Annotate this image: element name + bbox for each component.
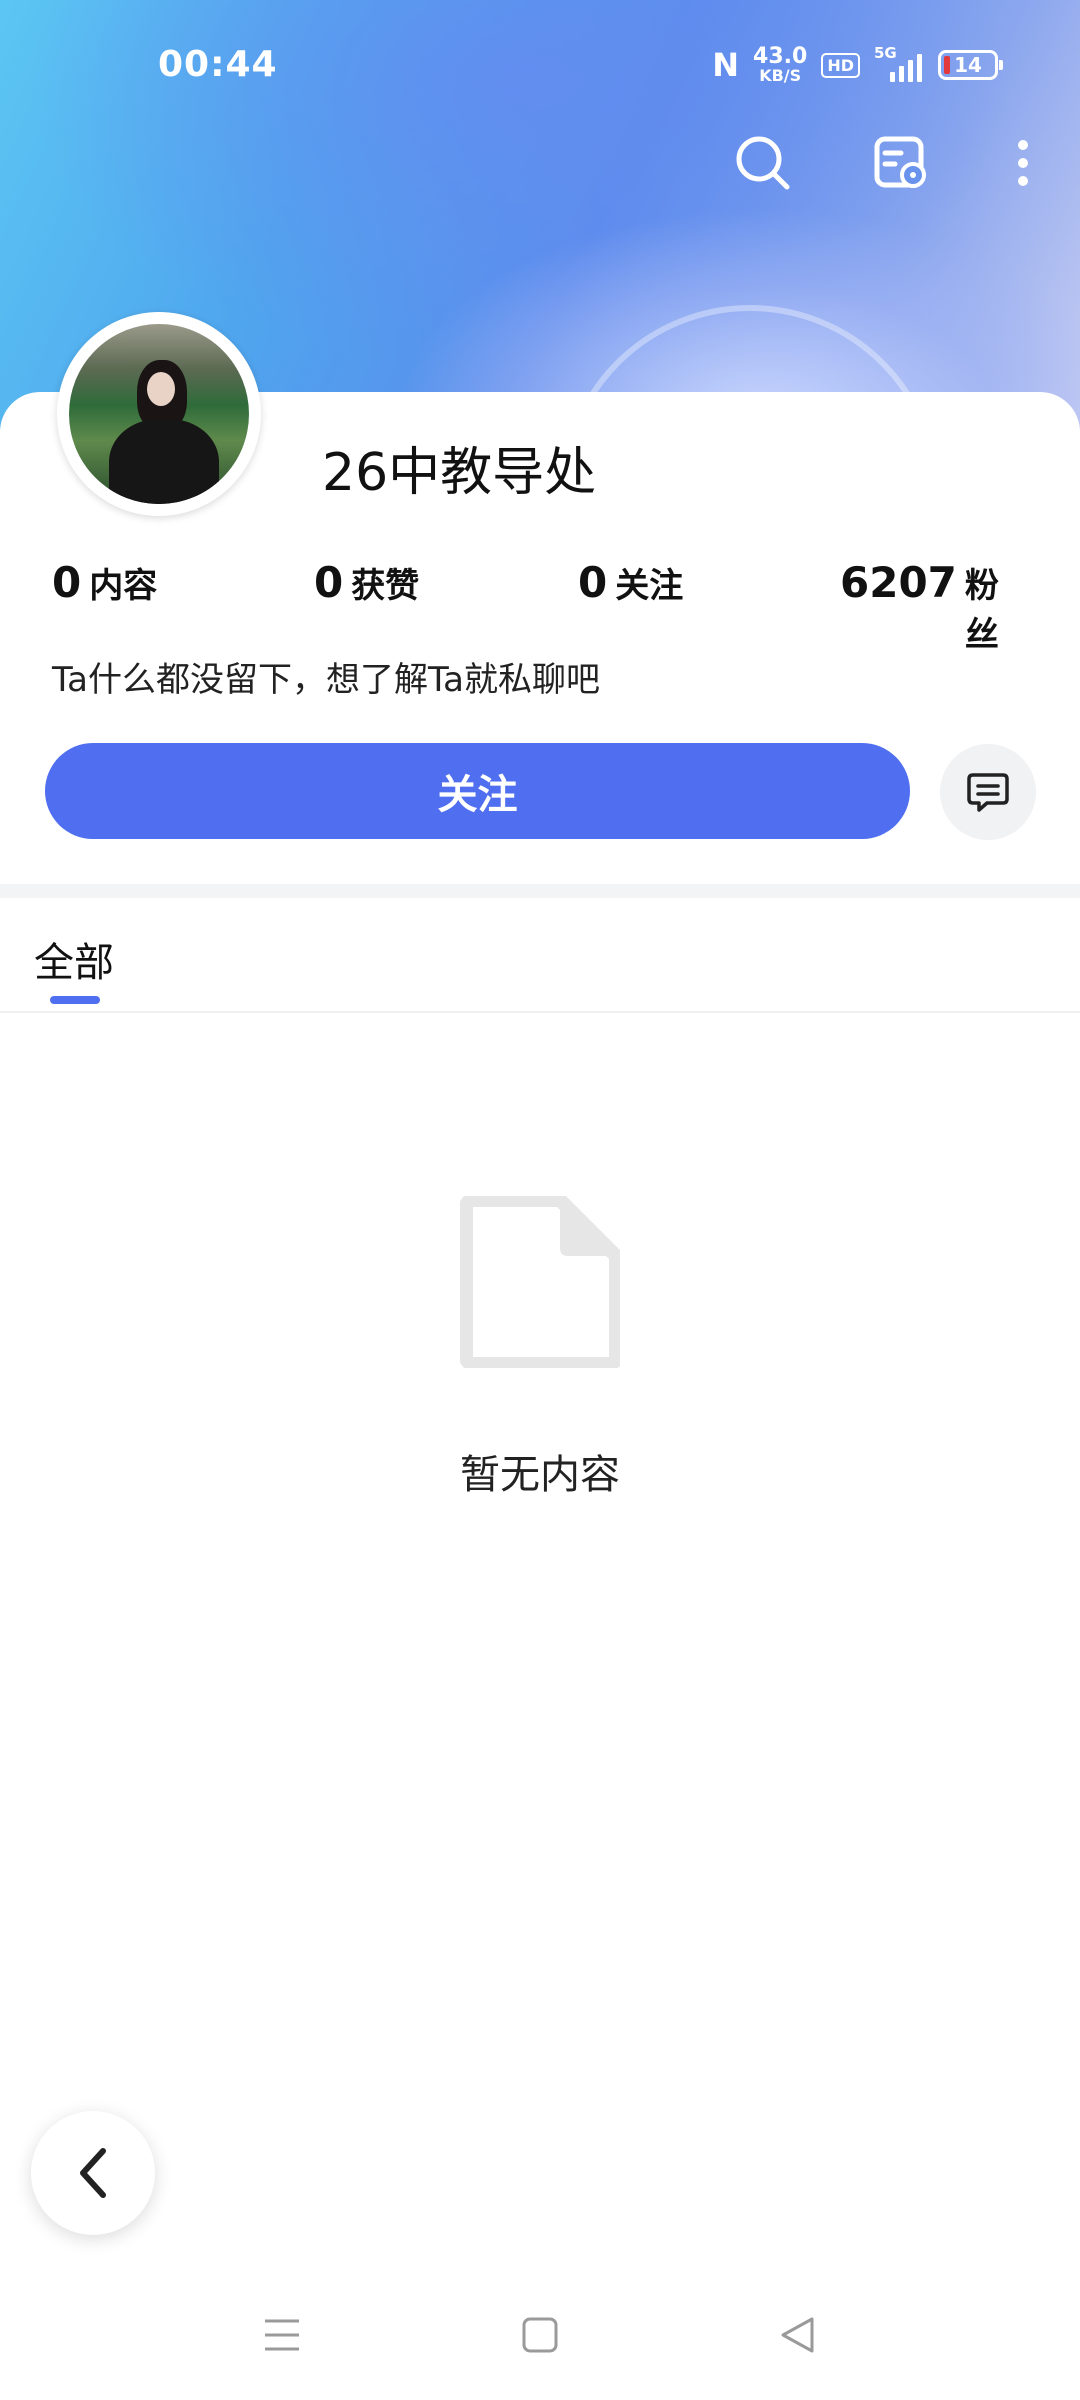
- stat-label: 获赞: [351, 566, 420, 606]
- network-speed: 43.0 KB/S: [753, 46, 807, 84]
- follow-button[interactable]: 关注: [45, 743, 910, 839]
- profile-card-icon[interactable]: [866, 128, 936, 198]
- battery-icon: 14: [938, 50, 1003, 80]
- tab-divider: [0, 1011, 1080, 1013]
- stat-value: 0: [578, 558, 608, 607]
- document-icon: [459, 1193, 623, 1371]
- back-triangle-icon[interactable]: [758, 2290, 838, 2380]
- battery-level: 14: [954, 53, 982, 77]
- stat-label: 关注: [615, 566, 684, 606]
- empty-state-text: 暂无内容: [460, 1452, 620, 1498]
- home-square-icon[interactable]: [500, 2290, 580, 2380]
- stat-label: 粉丝: [964, 566, 999, 655]
- avatar[interactable]: [57, 312, 261, 516]
- profile-nickname: 26中教导处: [322, 443, 597, 503]
- stat-value: 0: [314, 558, 344, 607]
- network-speed-value: 43.0: [753, 44, 808, 69]
- stat-content[interactable]: 0 内容: [52, 558, 157, 607]
- back-button[interactable]: [31, 2111, 155, 2235]
- tab-all[interactable]: 全部: [34, 930, 114, 988]
- message-button[interactable]: [940, 744, 1036, 840]
- network-speed-unit: KB/S: [759, 66, 802, 85]
- stat-value: 6207: [840, 558, 957, 607]
- stat-followers[interactable]: 6207 粉丝: [840, 558, 1032, 656]
- stat-likes[interactable]: 0 获赞: [314, 558, 419, 607]
- status-bar: 00:44 N 43.0 KB/S HD 5G 14: [0, 0, 1080, 130]
- nfc-icon: N: [712, 46, 740, 84]
- section-divider: [0, 884, 1080, 898]
- stat-following[interactable]: 0 关注: [578, 558, 683, 607]
- chevron-left-icon: [80, 2148, 106, 2198]
- avatar-image: [69, 324, 249, 504]
- stat-label: 内容: [89, 566, 158, 606]
- hd-badge: HD: [821, 52, 860, 78]
- chat-bubble-icon: [967, 773, 1009, 812]
- profile-bio: Ta什么都没留下，想了解Ta就私聊吧: [52, 660, 600, 700]
- menu-icon[interactable]: [242, 2290, 322, 2380]
- status-icons: N 43.0 KB/S HD 5G 14: [712, 44, 1003, 84]
- tab-active-indicator: [50, 996, 100, 1004]
- profile-stats: 0 内容 0 获赞 0 关注 6207 粉丝: [52, 558, 1032, 655]
- search-icon[interactable]: [728, 128, 798, 198]
- signal-icon: 5G: [874, 44, 924, 82]
- more-vertical-icon[interactable]: [988, 128, 1058, 198]
- stat-value: 0: [52, 558, 82, 607]
- system-nav-bar: [0, 2290, 1080, 2380]
- status-time: 00:44: [158, 44, 278, 85]
